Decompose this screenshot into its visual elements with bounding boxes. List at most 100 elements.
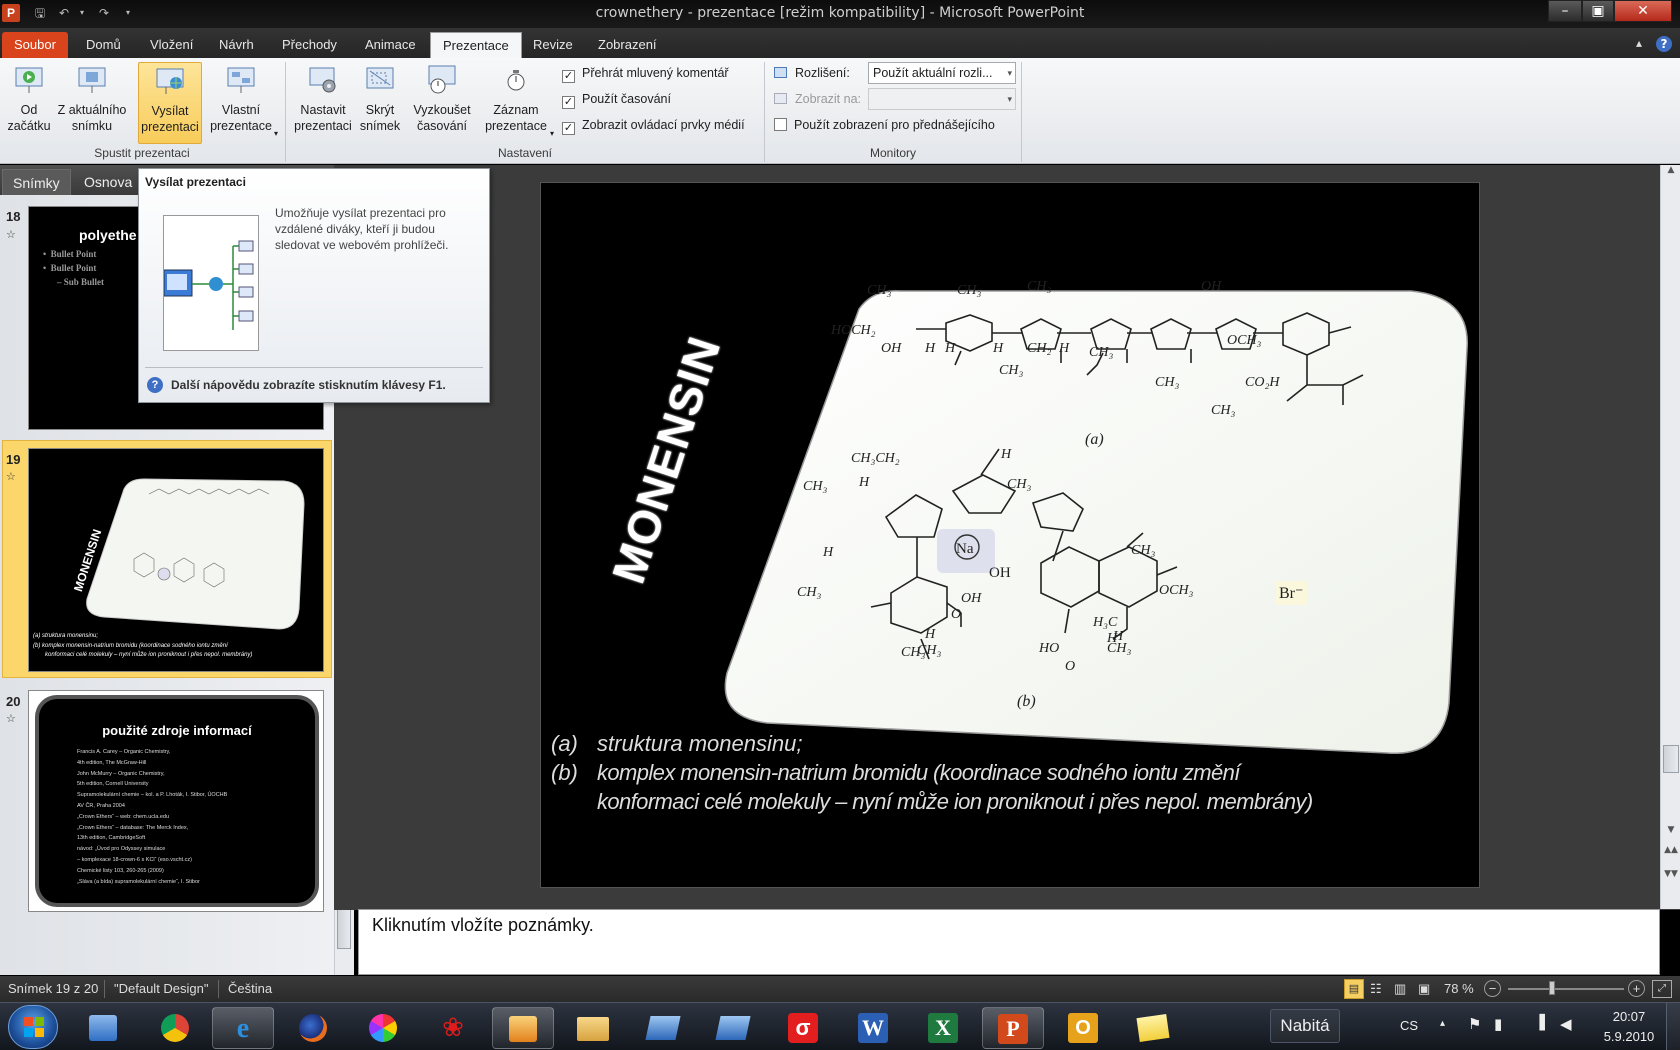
minimize-button[interactable]: –	[1548, 0, 1582, 22]
slide-thumbnail-19[interactable]: MONENSIN (a) struktura monensinu; (b) ko…	[28, 448, 324, 672]
taskbar-outlook[interactable]: O	[1052, 1007, 1114, 1049]
previous-slide-icon[interactable]: ▲▲	[1661, 845, 1680, 861]
taskbar-app-blue-2[interactable]	[702, 1007, 764, 1049]
taskbar-system-app[interactable]	[72, 1007, 134, 1049]
zoom-in-icon[interactable]: +	[1628, 980, 1645, 997]
ant-icon: ❀	[442, 1013, 464, 1043]
tab-slideshow[interactable]: Prezentace	[430, 32, 522, 58]
chevron-down-icon: ▾	[1007, 68, 1012, 78]
group-label-setup: Nastavení	[497, 146, 553, 160]
show-on-dropdown[interactable]: ▾	[868, 88, 1016, 110]
taskbar-chrome[interactable]	[144, 1007, 206, 1049]
current-slide[interactable]: MONENSIN CH₃ CH₃ CH₃ OH HOCH₂ OH H H H CH₂ H CH₃ CH₃…	[540, 182, 1480, 888]
taskbar-notes[interactable]	[1122, 1007, 1184, 1049]
notes-placeholder[interactable]: Kliknutím vložíte poznámky.	[372, 915, 594, 936]
slideshow-view-icon[interactable]: ▣	[1418, 981, 1430, 997]
animation-star-icon: ☆	[6, 712, 16, 725]
group-label-start: Spustit prezentaci	[94, 146, 190, 160]
tab-outline[interactable]: Osnova	[74, 169, 142, 195]
volume-icon[interactable]: ◀	[1560, 1015, 1572, 1033]
taskbar-firefox[interactable]	[282, 1007, 344, 1049]
tab-animations[interactable]: Animace	[353, 32, 428, 58]
clock-time[interactable]: 20:07	[1606, 1009, 1652, 1024]
clock-date[interactable]: 5.9.2010	[1598, 1029, 1660, 1044]
battery-status[interactable]: Nabitá	[1270, 1009, 1340, 1043]
tab-view[interactable]: Zobrazení	[586, 32, 669, 58]
editor-scrollbar[interactable]: ▲ ▼ ▲▲ ▼▼	[1660, 165, 1680, 909]
slide-sorter-icon[interactable]: ☷	[1370, 981, 1382, 997]
hide-slide-button[interactable]: Skrýt snímek	[358, 62, 402, 144]
custom-slideshow-button[interactable]: Vlastní prezentace ▾	[204, 62, 278, 144]
tab-transitions[interactable]: Přechody	[270, 32, 349, 58]
show-hidden-icons[interactable]: ▴	[1440, 1018, 1445, 1029]
zoom-slider-thumb[interactable]	[1548, 981, 1555, 995]
from-current-slide-button[interactable]: Z aktuálního snímku	[54, 62, 130, 144]
start-button[interactable]	[8, 1005, 58, 1049]
internet-explorer-icon: e	[236, 1013, 250, 1044]
taskbar-internet-explorer[interactable]: e	[212, 1007, 274, 1049]
scroll-thumb[interactable]	[1663, 745, 1679, 773]
resolution-dropdown[interactable]: Použít aktuální rozli... ▾	[868, 62, 1016, 84]
battery-icon[interactable]: ▮	[1494, 1015, 1502, 1033]
help-icon[interactable]: ?	[1656, 36, 1672, 52]
record-dropdown-icon[interactable]: ▾	[550, 126, 554, 142]
close-button[interactable]: ✕	[1614, 0, 1672, 22]
rehearse-timings-button[interactable]: Vyzkoušet časování	[410, 62, 474, 144]
reading-view-icon[interactable]: ▥	[1394, 981, 1406, 997]
use-timings-checkbox[interactable]: ✓ Použít časování	[562, 90, 671, 109]
zoom-slider[interactable]	[1508, 988, 1624, 990]
taskbar-antivirus[interactable]: σ	[772, 1007, 834, 1049]
setup-slideshow-button[interactable]: Nastavit prezentaci	[290, 62, 356, 144]
presenter-view-checkbox[interactable]: Použít zobrazení pro přednášejícího	[774, 116, 995, 134]
chem-b-atom-label: H	[1001, 447, 1012, 462]
tab-insert[interactable]: Vložení	[138, 32, 205, 58]
taskbar-powerpoint[interactable]: P	[982, 1007, 1044, 1049]
show-desktop-button[interactable]	[1666, 1003, 1680, 1050]
taskbar-game-app[interactable]: ❀	[422, 1007, 484, 1049]
zoom-level[interactable]: 78 %	[1444, 981, 1474, 996]
taskbar-picasa[interactable]	[352, 1007, 414, 1049]
custom-slideshow-dropdown-icon[interactable]: ▾	[274, 126, 278, 142]
broadcast-slideshow-button[interactable]: Vysílat prezentaci	[138, 62, 202, 144]
collapse-ribbon-icon[interactable]: ▴	[1636, 36, 1642, 50]
play-narrations-checkbox[interactable]: ✓ Přehrát mluvený komentář	[562, 64, 729, 83]
tab-home[interactable]: Domů	[74, 32, 133, 58]
taskbar-word[interactable]: W	[842, 1007, 904, 1049]
chem-b-atom-label: H	[823, 545, 834, 560]
record-slideshow-button[interactable]: Záznam prezentace ▾	[478, 62, 554, 144]
thumb19-caption-a: (a) struktura monensinu;	[33, 633, 99, 639]
taskbar-app-blue[interactable]	[632, 1007, 694, 1049]
tab-review[interactable]: Revize	[521, 32, 585, 58]
language-status[interactable]: Čeština	[228, 981, 272, 996]
network-icon[interactable]: ▐	[1534, 1015, 1545, 1031]
normal-view-icon[interactable]: ▤	[1344, 979, 1364, 999]
animation-star-icon: ☆	[6, 470, 16, 483]
scroll-up-icon[interactable]: ▲	[1661, 165, 1680, 179]
taskbar-explorer[interactable]	[562, 1007, 624, 1049]
checkbox-checked-icon: ✓	[562, 96, 575, 109]
taskbar-excel[interactable]: X	[912, 1007, 974, 1049]
chem-a-atom-label: CH₃	[1027, 279, 1052, 294]
show-media-controls-checkbox[interactable]: ✓ Zobrazit ovládací prvky médií	[562, 116, 745, 135]
tab-slides[interactable]: Snímky	[2, 169, 71, 195]
ribbon: Od začátku Z aktuálního snímku Vysílat p…	[0, 58, 1680, 164]
zoom-out-icon[interactable]: −	[1484, 980, 1501, 997]
windows-taskbar: e ❀ σ W X P O Nabitá CS ▴ ⚑ ▮ ▐ ◀ 20:07 …	[0, 1002, 1680, 1050]
maximize-button[interactable]: ▣	[1582, 0, 1614, 22]
from-beginning-button[interactable]: Od začátku	[4, 62, 54, 144]
scroll-down-icon[interactable]: ▼	[1661, 825, 1680, 839]
antivirus-icon: σ	[788, 1013, 818, 1043]
action-center-flag-icon[interactable]: ⚑	[1468, 1015, 1481, 1033]
sticky-notes-icon	[1136, 1014, 1170, 1042]
tab-file[interactable]: Soubor	[2, 32, 68, 58]
fit-to-window-icon[interactable]: ⤢	[1652, 980, 1672, 998]
animation-star-icon: ☆	[6, 228, 16, 241]
custom-slideshow-icon	[227, 67, 255, 93]
tab-design[interactable]: Návrh	[207, 32, 266, 58]
taskbar-media-player[interactable]	[492, 1007, 554, 1049]
sodium-ion-label: Na	[956, 541, 974, 557]
thumb20-source-line: John McMurry – Organic Chemistry,	[77, 770, 165, 777]
slide-thumbnail-20[interactable]: použité zdroje informací Francis A. Care…	[28, 690, 324, 912]
next-slide-icon[interactable]: ▼▼	[1661, 869, 1680, 885]
input-language[interactable]: CS	[1400, 1018, 1418, 1033]
